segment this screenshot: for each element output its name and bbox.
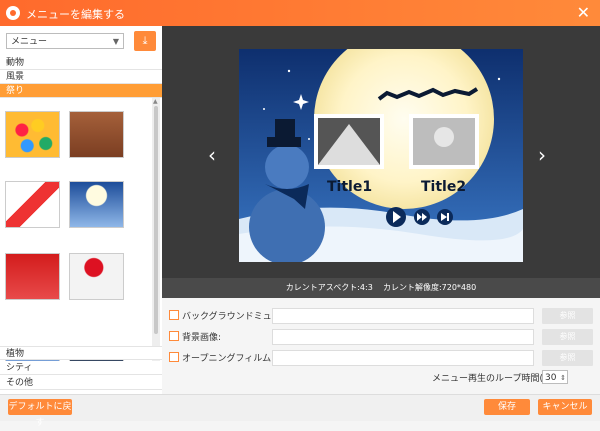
template-grid: [0, 98, 152, 372]
cancel-button[interactable]: キャンセル: [538, 399, 592, 415]
playback-controls: [386, 207, 453, 227]
loop-time-label: メニュー再生のループ時間(秒):: [432, 374, 559, 384]
scrollbar-thumb[interactable]: [154, 106, 158, 334]
bg-image-checkbox[interactable]: [169, 331, 179, 341]
category-scenery[interactable]: 風景: [0, 70, 162, 84]
save-button[interactable]: 保存: [484, 399, 530, 415]
bgm-checkbox[interactable]: [169, 310, 179, 320]
app-logo-icon: [6, 6, 20, 20]
options-panel: バックグラウンドミュージック: 参照 背景画像: 参照 オープニングフィルム: …: [162, 298, 600, 394]
opening-path-field[interactable]: [272, 350, 534, 366]
bgm-browse-button[interactable]: 参照: [542, 308, 593, 324]
category-city[interactable]: シティ: [0, 361, 162, 375]
category-plants[interactable]: 植物: [0, 346, 162, 360]
template-thumbnail[interactable]: [5, 253, 60, 300]
template-thumbnail[interactable]: [69, 181, 124, 228]
template-thumbnail[interactable]: [5, 111, 60, 158]
close-icon[interactable]: ✕: [577, 3, 590, 22]
stepper-arrows-icon[interactable]: ⇕: [560, 371, 566, 385]
next-arrow-icon[interactable]: ›: [538, 143, 546, 167]
bg-image-browse-button[interactable]: 参照: [542, 329, 593, 345]
scroll-up-icon[interactable]: ▲: [153, 98, 158, 105]
menu-preview: Title1 Title2: [239, 49, 523, 262]
category-animals[interactable]: 動物: [0, 56, 162, 70]
category-other[interactable]: その他: [0, 376, 162, 390]
bg-image-option: 背景画像:: [169, 331, 221, 345]
window-title: メニューを編集する: [26, 8, 125, 21]
preview-area: ‹ › Title1 Title2: [162, 26, 600, 304]
opening-label: オープニングフィルム:: [182, 354, 275, 364]
reset-default-button[interactable]: デフォルトに戻す: [8, 399, 72, 428]
template-thumbnail[interactable]: [5, 181, 60, 228]
download-button[interactable]: ⤓: [134, 31, 156, 51]
title-bar: メニューを編集する ✕: [0, 0, 600, 26]
preview-scene: Title1 Title2: [239, 49, 523, 262]
aspect-text: カレントアスペクト:4:3: [285, 283, 373, 292]
opening-option: オープニングフィルム:: [169, 352, 274, 366]
title2-label[interactable]: Title2: [421, 179, 466, 195]
bgm-path-field[interactable]: [272, 308, 534, 324]
chevron-down-icon: ▼: [112, 37, 119, 46]
title1-label[interactable]: Title1: [327, 179, 372, 195]
category-festival[interactable]: 祭り: [0, 84, 162, 98]
info-bar: カレントアスペクト:4:3 カレント解像度:720*480: [162, 278, 600, 298]
menu-type-dropdown[interactable]: メニュー ▼: [6, 33, 124, 49]
bg-image-label: 背景画像:: [182, 333, 222, 343]
opening-checkbox[interactable]: [169, 352, 179, 362]
download-icon: ⤓: [142, 34, 148, 47]
prev-arrow-icon[interactable]: ‹: [208, 143, 216, 167]
opening-browse-button[interactable]: 参照: [542, 350, 593, 366]
resolution-text: カレント解像度:720*480: [382, 283, 477, 292]
template-thumbnail[interactable]: [69, 253, 124, 300]
loop-time-value: 30: [545, 373, 557, 383]
template-scrollbar[interactable]: ▲ ▼: [152, 98, 160, 372]
footer: デフォルトに戻す 保存 キャンセル: [0, 394, 600, 428]
template-panel: メニュー ▼ ⤓ 動物 風景 祭り ▲ ▼ 植物 シティ その他: [0, 26, 163, 394]
bg-image-path-field[interactable]: [272, 329, 534, 345]
template-thumbnail[interactable]: [69, 111, 124, 158]
loop-time-stepper[interactable]: 30 ⇕: [542, 370, 568, 384]
dropdown-value: メニュー: [11, 37, 48, 47]
